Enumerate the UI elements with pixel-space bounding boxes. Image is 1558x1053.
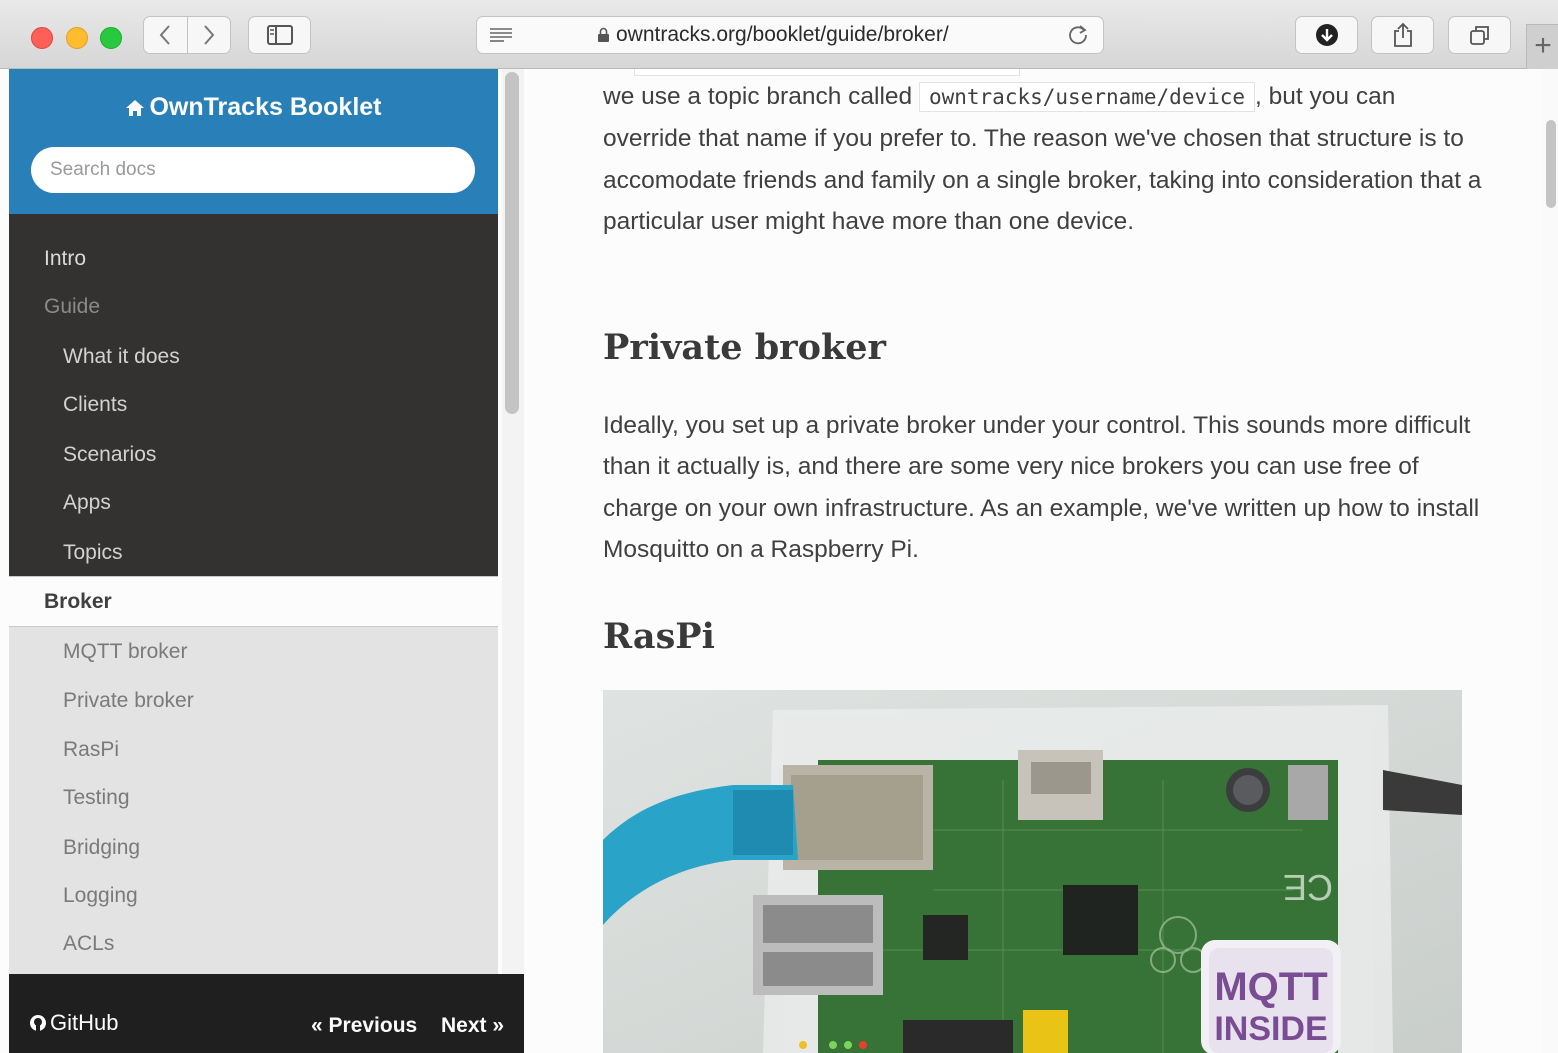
brand-title: OwnTracks Booklet	[149, 93, 382, 121]
downloads-button[interactable]	[1295, 16, 1358, 54]
raspberry-pi-photo: MQTT INSIDE CE	[603, 690, 1462, 1053]
nav-subitem-acls[interactable]: ACLs	[9, 932, 498, 956]
show-tabs-button[interactable]	[1448, 16, 1511, 54]
nav-subitem-testing[interactable]: Testing	[9, 786, 498, 810]
nav-subitem-logging[interactable]: Logging	[9, 884, 498, 908]
nav-item-broker-current[interactable]: Broker	[9, 576, 498, 627]
zoom-window-button[interactable]	[100, 27, 122, 49]
download-icon	[1315, 24, 1338, 46]
sidebar-icon	[266, 25, 293, 45]
nav-subitem-bridging[interactable]: Bridging	[9, 836, 498, 860]
nav-caption-guide: Guide	[44, 295, 101, 318]
nav-item-scenarios[interactable]: Scenarios	[9, 443, 498, 467]
reader-icon	[490, 28, 512, 42]
nav-item-apps[interactable]: Apps	[9, 491, 498, 515]
topic-text-before: we use a topic branch called	[603, 83, 919, 110]
sidebar-scrollbar-thumb[interactable]	[505, 72, 519, 414]
main-content: we use a topic branch called owntracks/u…	[524, 69, 1542, 1053]
github-label: GitHub	[50, 1010, 119, 1035]
back-button[interactable]	[144, 17, 187, 53]
github-link[interactable]: GitHub	[29, 1010, 118, 1036]
brand-link[interactable]: OwnTracks Booklet	[9, 93, 498, 122]
back-forward-group	[143, 16, 231, 54]
url-text: owntracks.org/booklet/guide/broker/	[616, 23, 949, 46]
url-text-container: owntracks.org/booklet/guide/broker/	[597, 17, 949, 53]
forward-button[interactable]	[186, 17, 231, 53]
show-sidebar-button[interactable]	[248, 16, 311, 54]
tabs-overview-icon	[1469, 26, 1489, 45]
raspberry-pi-image: MQTT INSIDE CE	[603, 690, 1462, 1053]
code-block-edge	[634, 69, 1020, 76]
nav-subitem-raspi[interactable]: RasPi	[9, 738, 498, 762]
browser-toolbar: owntracks.org/booklet/guide/broker/ +	[0, 0, 1558, 69]
private-broker-paragraph: Ideally, you set up a private broker und…	[603, 412, 1480, 563]
sidebar-header: OwnTracks Booklet	[9, 69, 498, 214]
chevron-right-icon	[204, 25, 215, 45]
mqtt-badge-line2: INSIDE	[1214, 1010, 1327, 1048]
nav-subitem-private-broker[interactable]: Private broker	[9, 689, 498, 713]
nav-item-clients[interactable]: Clients	[9, 393, 498, 417]
ce-mark: CE	[1283, 867, 1333, 908]
previous-page-link[interactable]: « Previous	[311, 1014, 417, 1038]
next-page-link[interactable]: Next »	[441, 1014, 504, 1038]
nav-item-intro[interactable]: Intro	[9, 247, 498, 271]
chevron-left-icon	[159, 25, 170, 45]
address-bar[interactable]: owntracks.org/booklet/guide/broker/	[476, 16, 1104, 54]
nav-subitem-mqtt-broker[interactable]: MQTT broker	[9, 640, 498, 664]
minimize-window-button[interactable]	[66, 27, 88, 49]
home-icon	[126, 100, 145, 116]
nav-item-topics[interactable]: Topics	[9, 541, 498, 565]
current-section: Broker MQTT broker Private broker RasPi …	[9, 576, 498, 996]
docs-sidebar: OwnTracks Booklet Intro Guide What it do…	[9, 69, 498, 1053]
topic-code: owntracks/username/device	[918, 82, 1256, 112]
reload-icon[interactable]	[1067, 24, 1089, 46]
mqtt-badge-line1: MQTT	[1214, 965, 1327, 1009]
share-button[interactable]	[1371, 16, 1434, 54]
heading-private-broker: Private broker	[603, 327, 886, 368]
search-docs-input[interactable]	[31, 147, 475, 193]
share-icon	[1393, 22, 1412, 47]
heading-raspi: RasPi	[603, 616, 715, 657]
page-scrollbar[interactable]	[1542, 69, 1558, 1053]
reader-view-button[interactable]	[477, 17, 525, 53]
topic-paragraph: we use a topic branch called owntracks/u…	[603, 76, 1483, 242]
nav-item-what-it-does[interactable]: What it does	[9, 345, 498, 369]
versions-footer: GitHub « Previous Next »	[9, 974, 524, 1053]
github-icon	[30, 1015, 46, 1031]
close-window-button[interactable]	[31, 27, 53, 49]
new-tab-button[interactable]: +	[1526, 24, 1558, 69]
lock-icon	[598, 28, 609, 43]
page-scrollbar-thumb[interactable]	[1546, 120, 1556, 208]
